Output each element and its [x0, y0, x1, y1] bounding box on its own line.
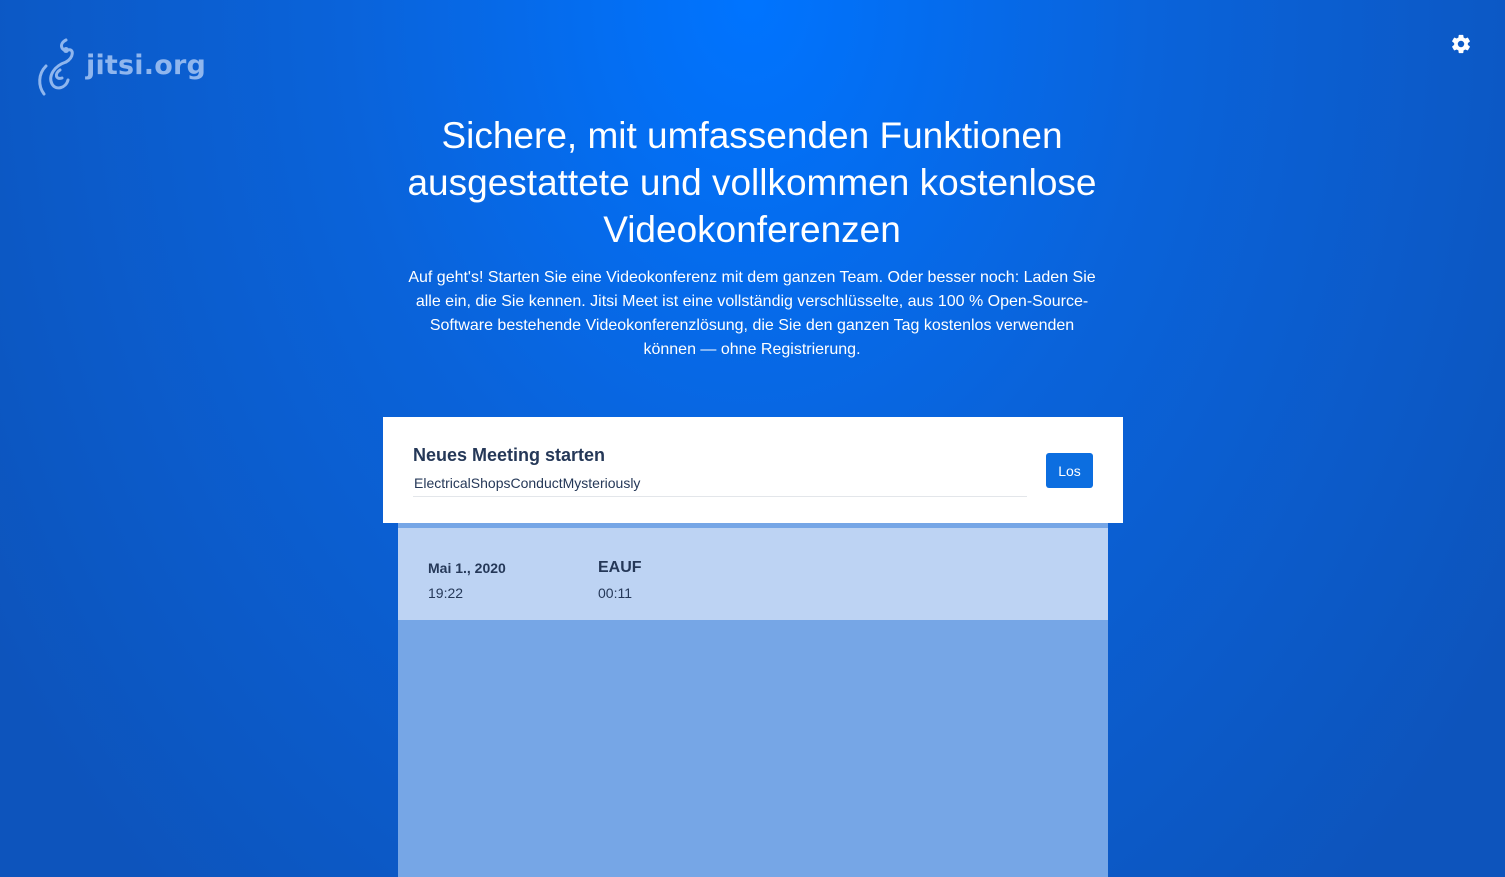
settings-button[interactable] — [1448, 31, 1474, 57]
room-name-input[interactable] — [413, 473, 1027, 497]
meeting-entry-card: Neues Meeting starten Los — [383, 417, 1123, 523]
page-description: Auf geht's! Starten Sie eine Videokonfer… — [408, 269, 1096, 358]
recent-meeting-room: EAUF — [598, 559, 642, 576]
recent-meetings-panel: Mai 1., 2020 19:22 EAUF 00:11 — [398, 523, 1108, 877]
logo-text: jitsi.org — [86, 49, 206, 81]
recent-meeting-date: Mai 1., 2020 — [428, 560, 506, 576]
page-title: Sichere, mit umfassenden Funktionen ausg… — [407, 115, 1097, 250]
meeting-entry-label: Neues Meeting starten — [413, 445, 606, 465]
recent-meeting-time: 19:22 — [428, 585, 464, 601]
jitsi-logo[interactable]: jitsi.org — [36, 36, 206, 98]
jitsi-logo-icon — [38, 38, 74, 96]
go-button[interactable]: Los — [1046, 453, 1093, 488]
recent-meeting-item[interactable]: Mai 1., 2020 19:22 EAUF 00:11 — [398, 528, 1108, 620]
gear-icon — [1452, 34, 1470, 54]
recent-meeting-duration: 00:11 — [598, 585, 632, 601]
